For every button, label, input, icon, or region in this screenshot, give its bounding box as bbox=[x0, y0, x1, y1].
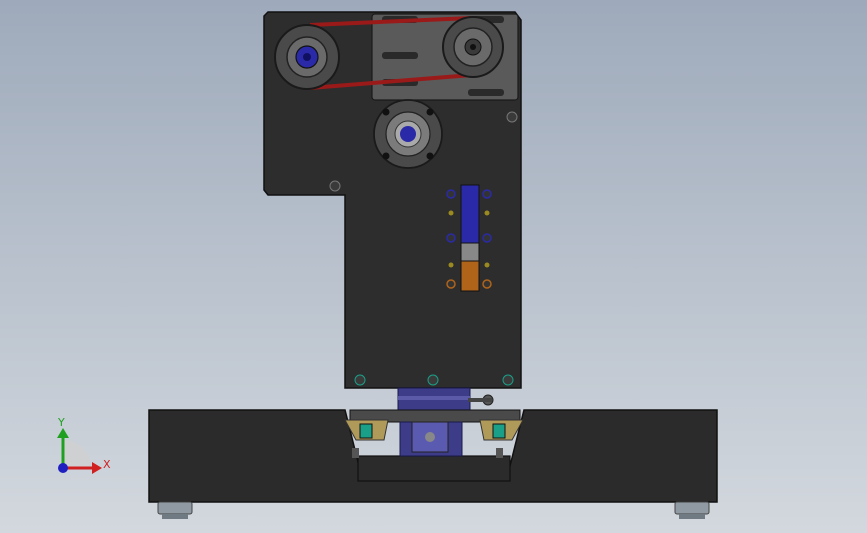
connector-block[interactable] bbox=[397, 387, 494, 413]
x-axis-label: X bbox=[103, 458, 111, 471]
orientation-triad: Y X bbox=[57, 416, 111, 474]
bearing-flange[interactable] bbox=[373, 99, 443, 169]
base-platform[interactable] bbox=[148, 409, 718, 503]
right-pulley[interactable] bbox=[442, 16, 504, 78]
left-pulley[interactable] bbox=[274, 24, 340, 90]
leveling-feet[interactable] bbox=[157, 501, 710, 519]
cad-viewport[interactable]: Y X bbox=[0, 0, 867, 533]
y-axis-label: Y bbox=[57, 416, 65, 429]
machine-body[interactable] bbox=[263, 11, 522, 389]
